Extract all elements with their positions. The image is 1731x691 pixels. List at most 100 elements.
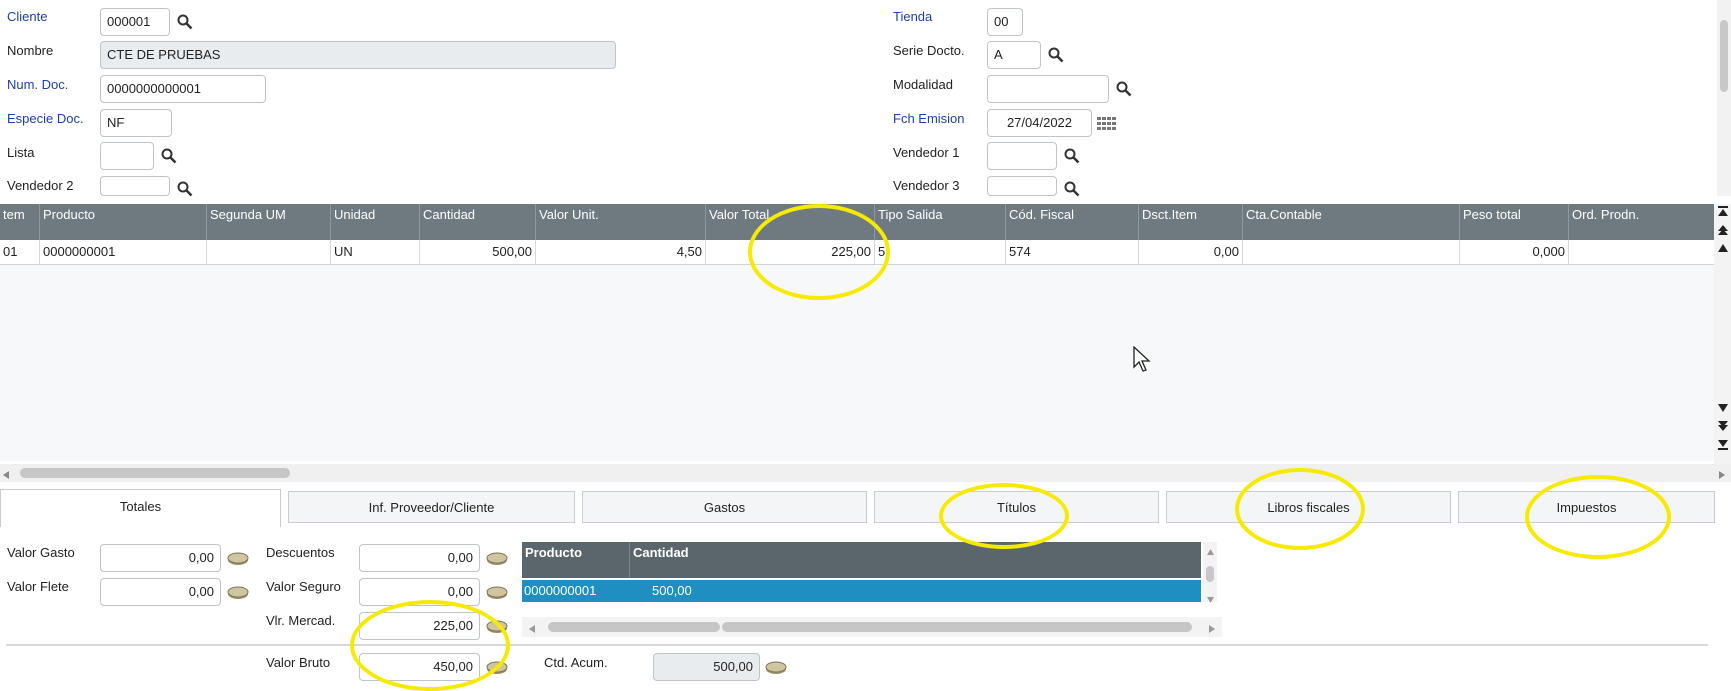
lista-label: Lista [7,145,35,160]
cell-valor-unit[interactable]: 4,50 [536,240,706,264]
cell-cta-contable[interactable] [1243,240,1460,264]
col-cta-contable[interactable]: Cta.Contable [1243,204,1460,240]
cell-tipo-salida[interactable]: 5 [875,240,1006,264]
first-row-icon[interactable] [1717,206,1729,221]
money-icon[interactable] [485,659,509,677]
col-ord-prodn[interactable]: Ord. Prodn. [1569,204,1714,240]
col-peso-total[interactable]: Peso total [1460,204,1569,240]
cell-cod-fiscal[interactable]: 574 [1006,240,1139,264]
money-icon[interactable] [764,659,788,677]
col-producto[interactable]: Producto [522,542,630,578]
vlr-mercad-field[interactable]: 225,00 [359,612,480,640]
cell-segunda-um[interactable] [207,240,331,264]
lista-field[interactable] [100,142,154,170]
cell-producto[interactable]: 0000000001 [40,240,207,264]
cell-valor-total[interactable]: 225,00 [706,240,875,264]
search-icon[interactable] [1047,46,1065,64]
nombre-label: Nombre [7,43,54,58]
items-grid-empty-area[interactable] [0,265,1714,461]
vendedor1-field[interactable] [987,142,1057,170]
tab-titulos[interactable]: Títulos [874,491,1159,523]
vendedor2-field[interactable] [100,176,170,196]
search-icon[interactable] [160,147,178,165]
cell-peso-total[interactable]: 0,000 [1460,240,1569,264]
cell-item[interactable]: 01 [0,240,40,264]
num-doc-field[interactable]: 0000000000001 [100,75,266,103]
cell-cantidad[interactable]: 500,00 [650,580,850,602]
scrollbar-thumb[interactable] [548,622,720,632]
scrollbar-thumb[interactable] [1720,20,1728,92]
money-icon[interactable] [485,550,509,568]
scroll-left-icon[interactable] [528,622,536,637]
col-item[interactable]: tem [0,204,40,240]
valor-gasto-field[interactable]: 0,00 [100,544,221,572]
money-icon[interactable] [226,550,250,568]
subtable-vscrollbar[interactable] [1203,542,1217,603]
subtable-hscrollbar[interactable] [522,617,1222,637]
search-icon[interactable] [1063,180,1081,198]
tab-gastos[interactable]: Gastos [582,491,867,523]
items-grid-hscrollbar[interactable] [0,464,1731,482]
cliente-label: Cliente [7,9,48,24]
calendar-icon[interactable] [1097,116,1117,132]
table-row[interactable]: 01 0000000001 UN 500,00 4,50 225,00 5 57… [0,240,1714,265]
last-row-icon[interactable] [1717,438,1729,453]
fch-emision-field[interactable]: 27/04/2022 [987,109,1092,137]
search-icon[interactable] [1115,80,1133,98]
col-unidad[interactable]: Unidad [331,204,420,240]
scroll-right-icon[interactable] [1208,622,1216,637]
valor-bruto-field[interactable]: 450,00 [359,653,480,681]
ctd-acum-field[interactable]: 500,00 [653,653,760,681]
col-valor-total[interactable]: Valor Total [706,204,875,240]
cliente-field[interactable]: 000001 [100,8,170,36]
cell-unidad[interactable]: UN [331,240,420,264]
page-down-icon[interactable] [1717,420,1729,435]
col-cod-fiscal[interactable]: Cód. Fiscal [1006,204,1139,240]
col-valor-unit[interactable]: Valor Unit. [536,204,706,240]
scroll-left-icon[interactable] [2,468,10,483]
col-dsct-item[interactable]: Dsct.Item [1139,204,1243,240]
table-row[interactable]: 0000000001 500,00 [522,580,1201,602]
scrollbar-thumb[interactable] [20,468,290,478]
header-scrollbar[interactable] [1717,0,1731,196]
tab-inf-proveedor-cliente[interactable]: Inf. Proveedor/Cliente [288,491,575,523]
col-cantidad[interactable]: Cantidad [420,204,536,240]
scroll-up-icon[interactable] [1206,544,1215,559]
nombre-field[interactable]: CTE DE PRUEBAS [100,41,616,69]
col-tipo-salida[interactable]: Tipo Salida [875,204,1006,240]
scrollbar-thumb[interactable] [1206,566,1214,582]
tab-libros-fiscales[interactable]: Libros fiscales [1166,491,1451,523]
page-up-icon[interactable] [1717,224,1729,239]
money-icon[interactable] [485,618,509,636]
money-icon[interactable] [226,584,250,602]
modalidad-field[interactable] [987,75,1109,103]
row-up-icon[interactable] [1717,242,1729,257]
valor-flete-field[interactable]: 0,00 [100,578,221,606]
cell-producto[interactable]: 0000000001 [522,580,630,602]
descuentos-field[interactable]: 0,00 [359,544,480,572]
vendedor3-field[interactable] [987,176,1057,196]
cell-dsct-item[interactable]: 0,00 [1139,240,1243,264]
valor-seguro-field[interactable]: 0,00 [359,578,480,606]
money-icon[interactable] [485,584,509,602]
search-icon[interactable] [1063,147,1081,165]
search-icon[interactable] [176,13,194,31]
cell-cantidad[interactable]: 500,00 [420,240,536,264]
especie-doc-label: Especie Doc. [7,111,84,126]
col-segunda-um[interactable]: Segunda UM [207,204,331,240]
row-down-icon[interactable] [1717,402,1729,417]
especie-doc-field[interactable]: NF [100,109,172,137]
serie-docto-field[interactable]: A [987,41,1041,69]
col-cantidad[interactable]: Cantidad [630,542,1201,578]
cell-ord-prodn[interactable] [1569,240,1714,264]
tab-impuestos[interactable]: Impuestos [1458,491,1715,523]
descuentos-label: Descuentos [266,545,335,560]
tab-totales[interactable]: Totales [0,489,281,527]
tienda-field[interactable]: 00 [987,8,1023,36]
scroll-down-icon[interactable] [1206,592,1215,607]
vendedor3-label: Vendedor 3 [893,178,960,193]
scrollbar-track-fill [722,622,1192,632]
search-icon[interactable] [176,180,194,198]
col-producto[interactable]: Producto [40,204,207,240]
scroll-right-icon[interactable] [1718,468,1726,483]
